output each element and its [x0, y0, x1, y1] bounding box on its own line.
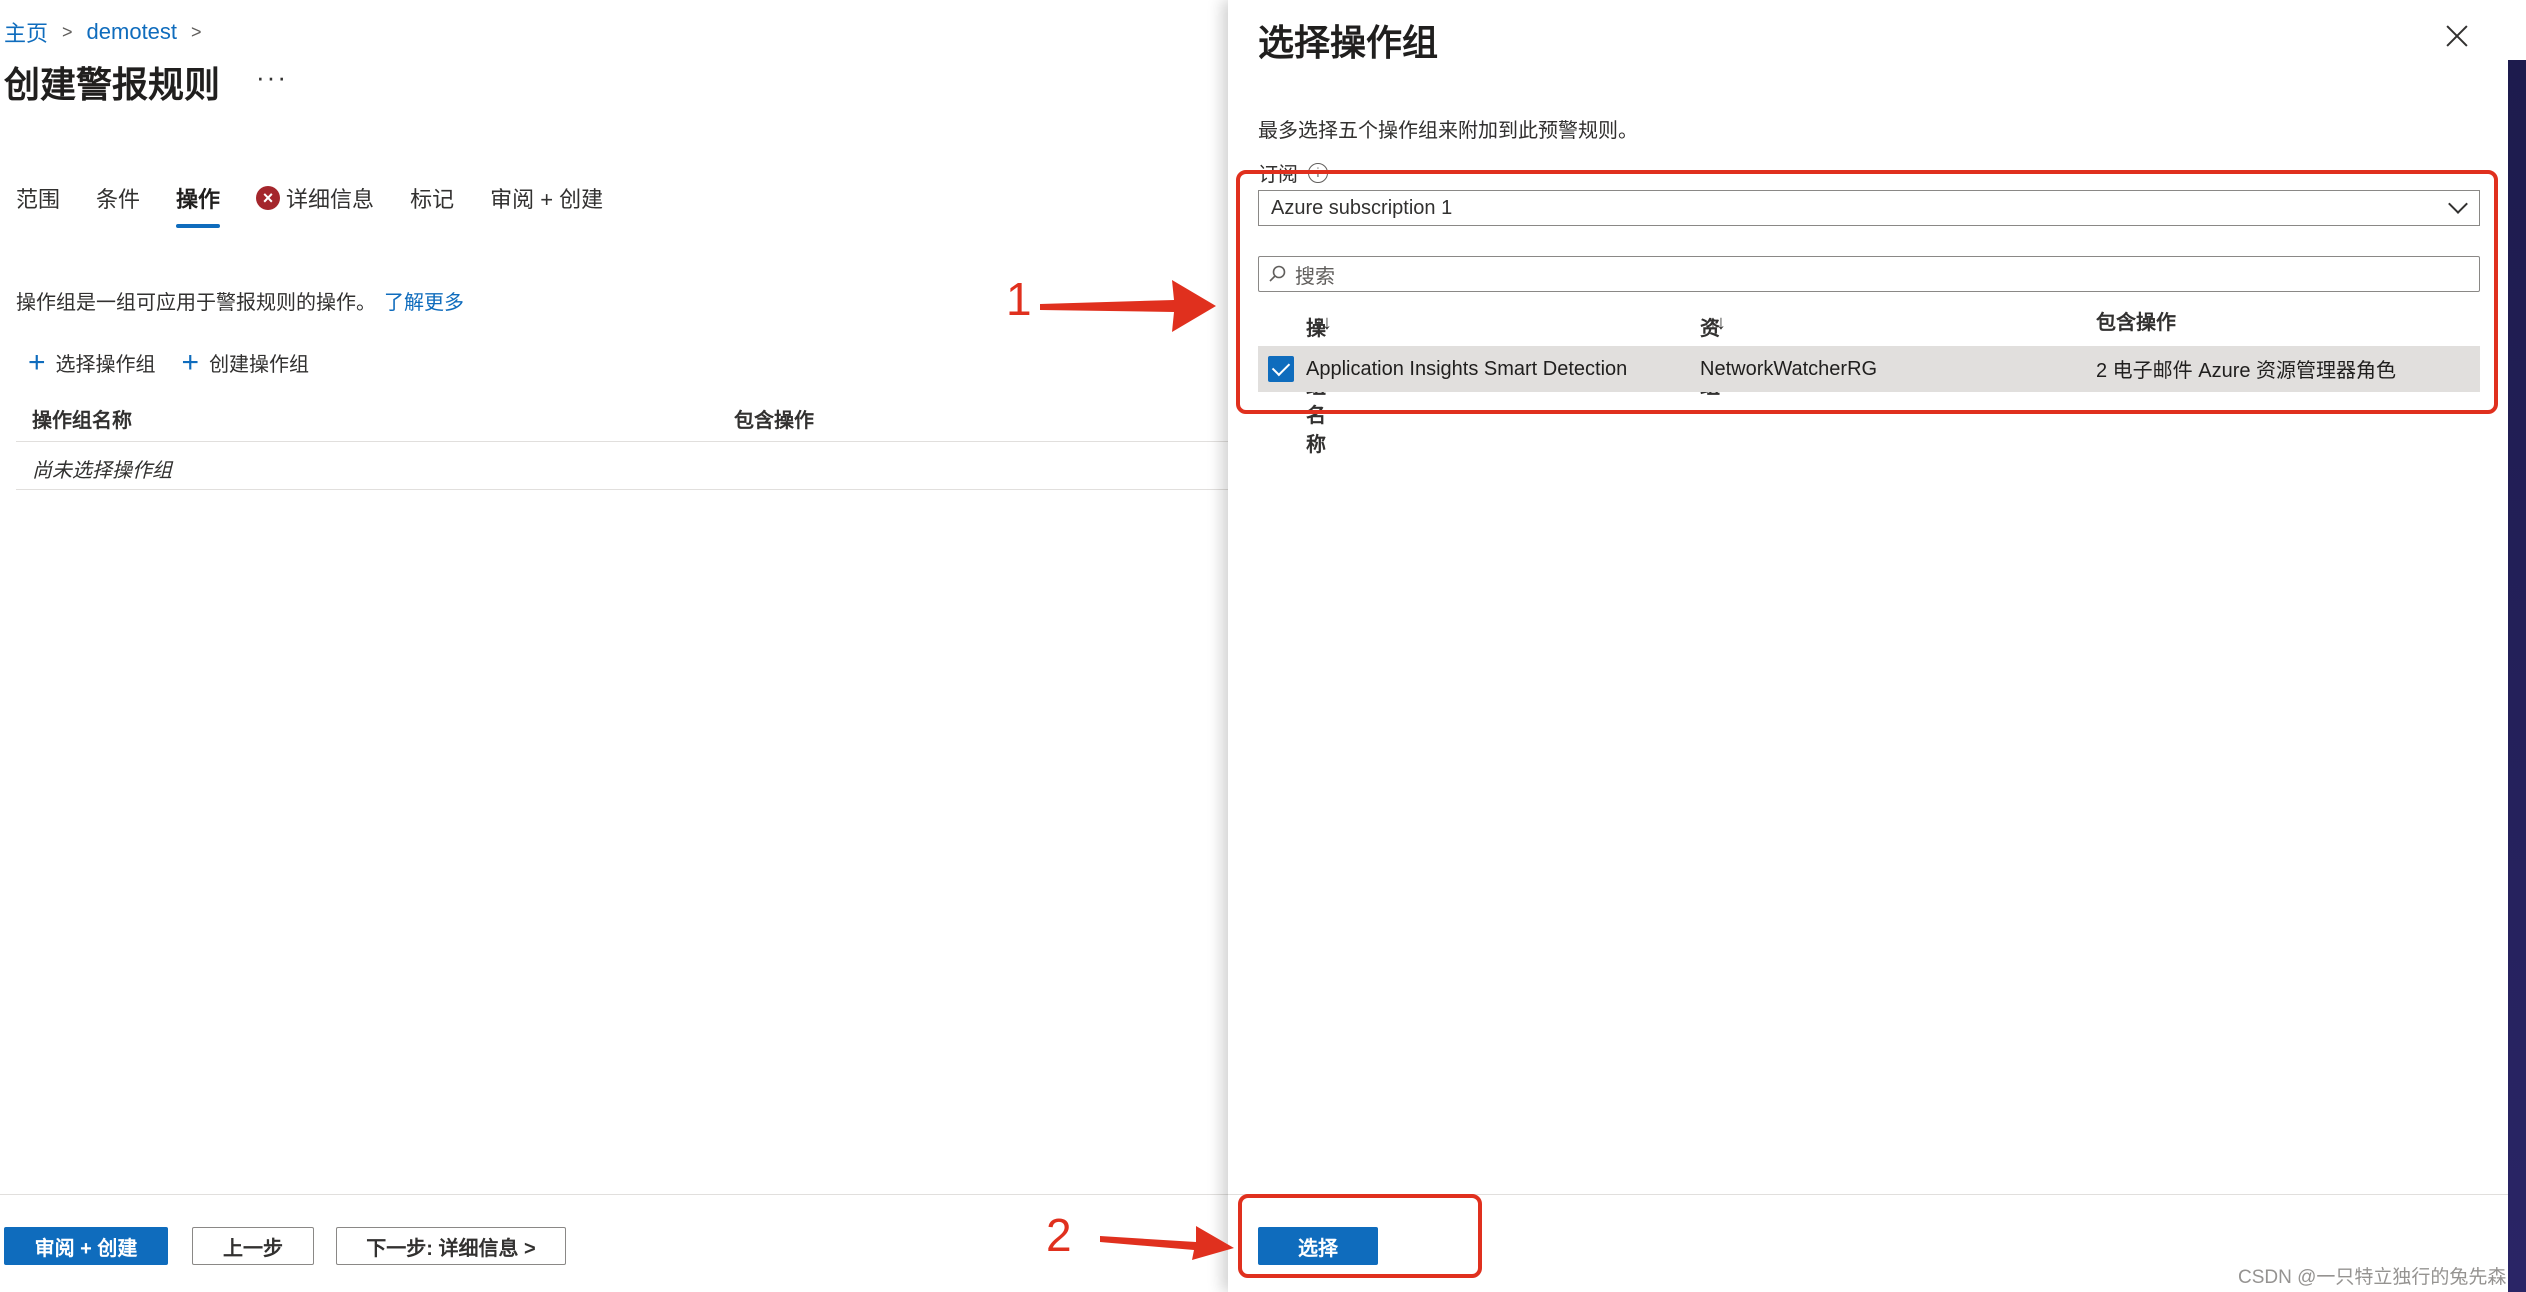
breadcrumb: 主页 > demotest >	[4, 16, 202, 48]
plus-icon: +	[28, 345, 46, 379]
column-header-name: 操作组名称	[32, 410, 132, 432]
review-create-button[interactable]: 审阅 + 创建	[4, 1227, 168, 1265]
annotation-arrow-1	[1040, 280, 1216, 332]
plus-icon: +	[181, 345, 200, 379]
tab-tags[interactable]: 标记	[410, 182, 454, 228]
annotation-box-1	[1236, 170, 2498, 414]
chevron-right-icon: >	[191, 21, 202, 42]
previous-button[interactable]: 上一步	[192, 1227, 314, 1265]
actions-description: 操作组是一组可应用于警报规则的操作。 了解更多	[16, 286, 464, 315]
tab-review[interactable]: 审阅 + 创建	[490, 182, 603, 228]
more-options-button[interactable]: ···	[256, 62, 288, 93]
wizard-tabs: 范围 条件 操作 × 详细信息 标记 审阅 + 创建	[16, 182, 603, 228]
column-header-contains: 包含操作	[734, 410, 814, 432]
error-icon: ×	[256, 186, 281, 210]
learn-more-link[interactable]: 了解更多	[384, 292, 464, 314]
panel-title: 选择操作组	[1258, 22, 1439, 63]
action-groups-table-header: 操作组名称 包含操作	[16, 400, 1228, 442]
panel-description: 最多选择五个操作组来附加到此预警规则。	[1258, 120, 1638, 142]
tab-scope[interactable]: 范围	[16, 182, 60, 228]
tab-condition[interactable]: 条件	[96, 182, 140, 228]
breadcrumb-home[interactable]: 主页	[4, 16, 48, 48]
annotation-box-2	[1238, 1194, 1482, 1278]
create-alert-rule-page: 主页 > demotest > 创建警报规则 ··· 范围 条件 操作 × 详细…	[0, 0, 1228, 1292]
tab-details[interactable]: × 详细信息	[256, 182, 374, 228]
page-title: 创建警报规则	[4, 64, 221, 105]
watermark: CSDN @一只特立独行的兔先森	[2238, 1267, 2507, 1288]
annotation-arrow-2	[1100, 1226, 1234, 1260]
tab-details-label: 详细信息	[286, 187, 375, 212]
background-window-edge	[2508, 0, 2526, 1292]
next-details-button[interactable]: 下一步: 详细信息 >	[336, 1227, 566, 1265]
breadcrumb-resource[interactable]: demotest	[87, 19, 178, 45]
tab-actions[interactable]: 操作	[176, 182, 221, 228]
create-action-group-button[interactable]: + 创建操作组	[181, 345, 310, 379]
select-action-group-button[interactable]: + 选择操作组	[28, 345, 156, 379]
chevron-right-icon: >	[62, 21, 73, 42]
empty-table-message: 尚未选择操作组	[16, 442, 1228, 490]
annotation-number-1: 1	[1006, 273, 1032, 325]
command-bar: + 选择操作组 + 创建操作组	[28, 345, 310, 379]
create-action-group-label: 创建操作组	[209, 354, 310, 376]
description-text: 操作组是一组可应用于警报规则的操作。	[16, 292, 376, 314]
wizard-footer: 审阅 + 创建 上一步 下一步: 详细信息 >	[0, 1194, 1228, 1292]
annotation-number-2: 2	[1046, 1209, 1072, 1261]
close-icon[interactable]	[2442, 22, 2472, 52]
select-action-group-label: 选择操作组	[55, 354, 156, 376]
